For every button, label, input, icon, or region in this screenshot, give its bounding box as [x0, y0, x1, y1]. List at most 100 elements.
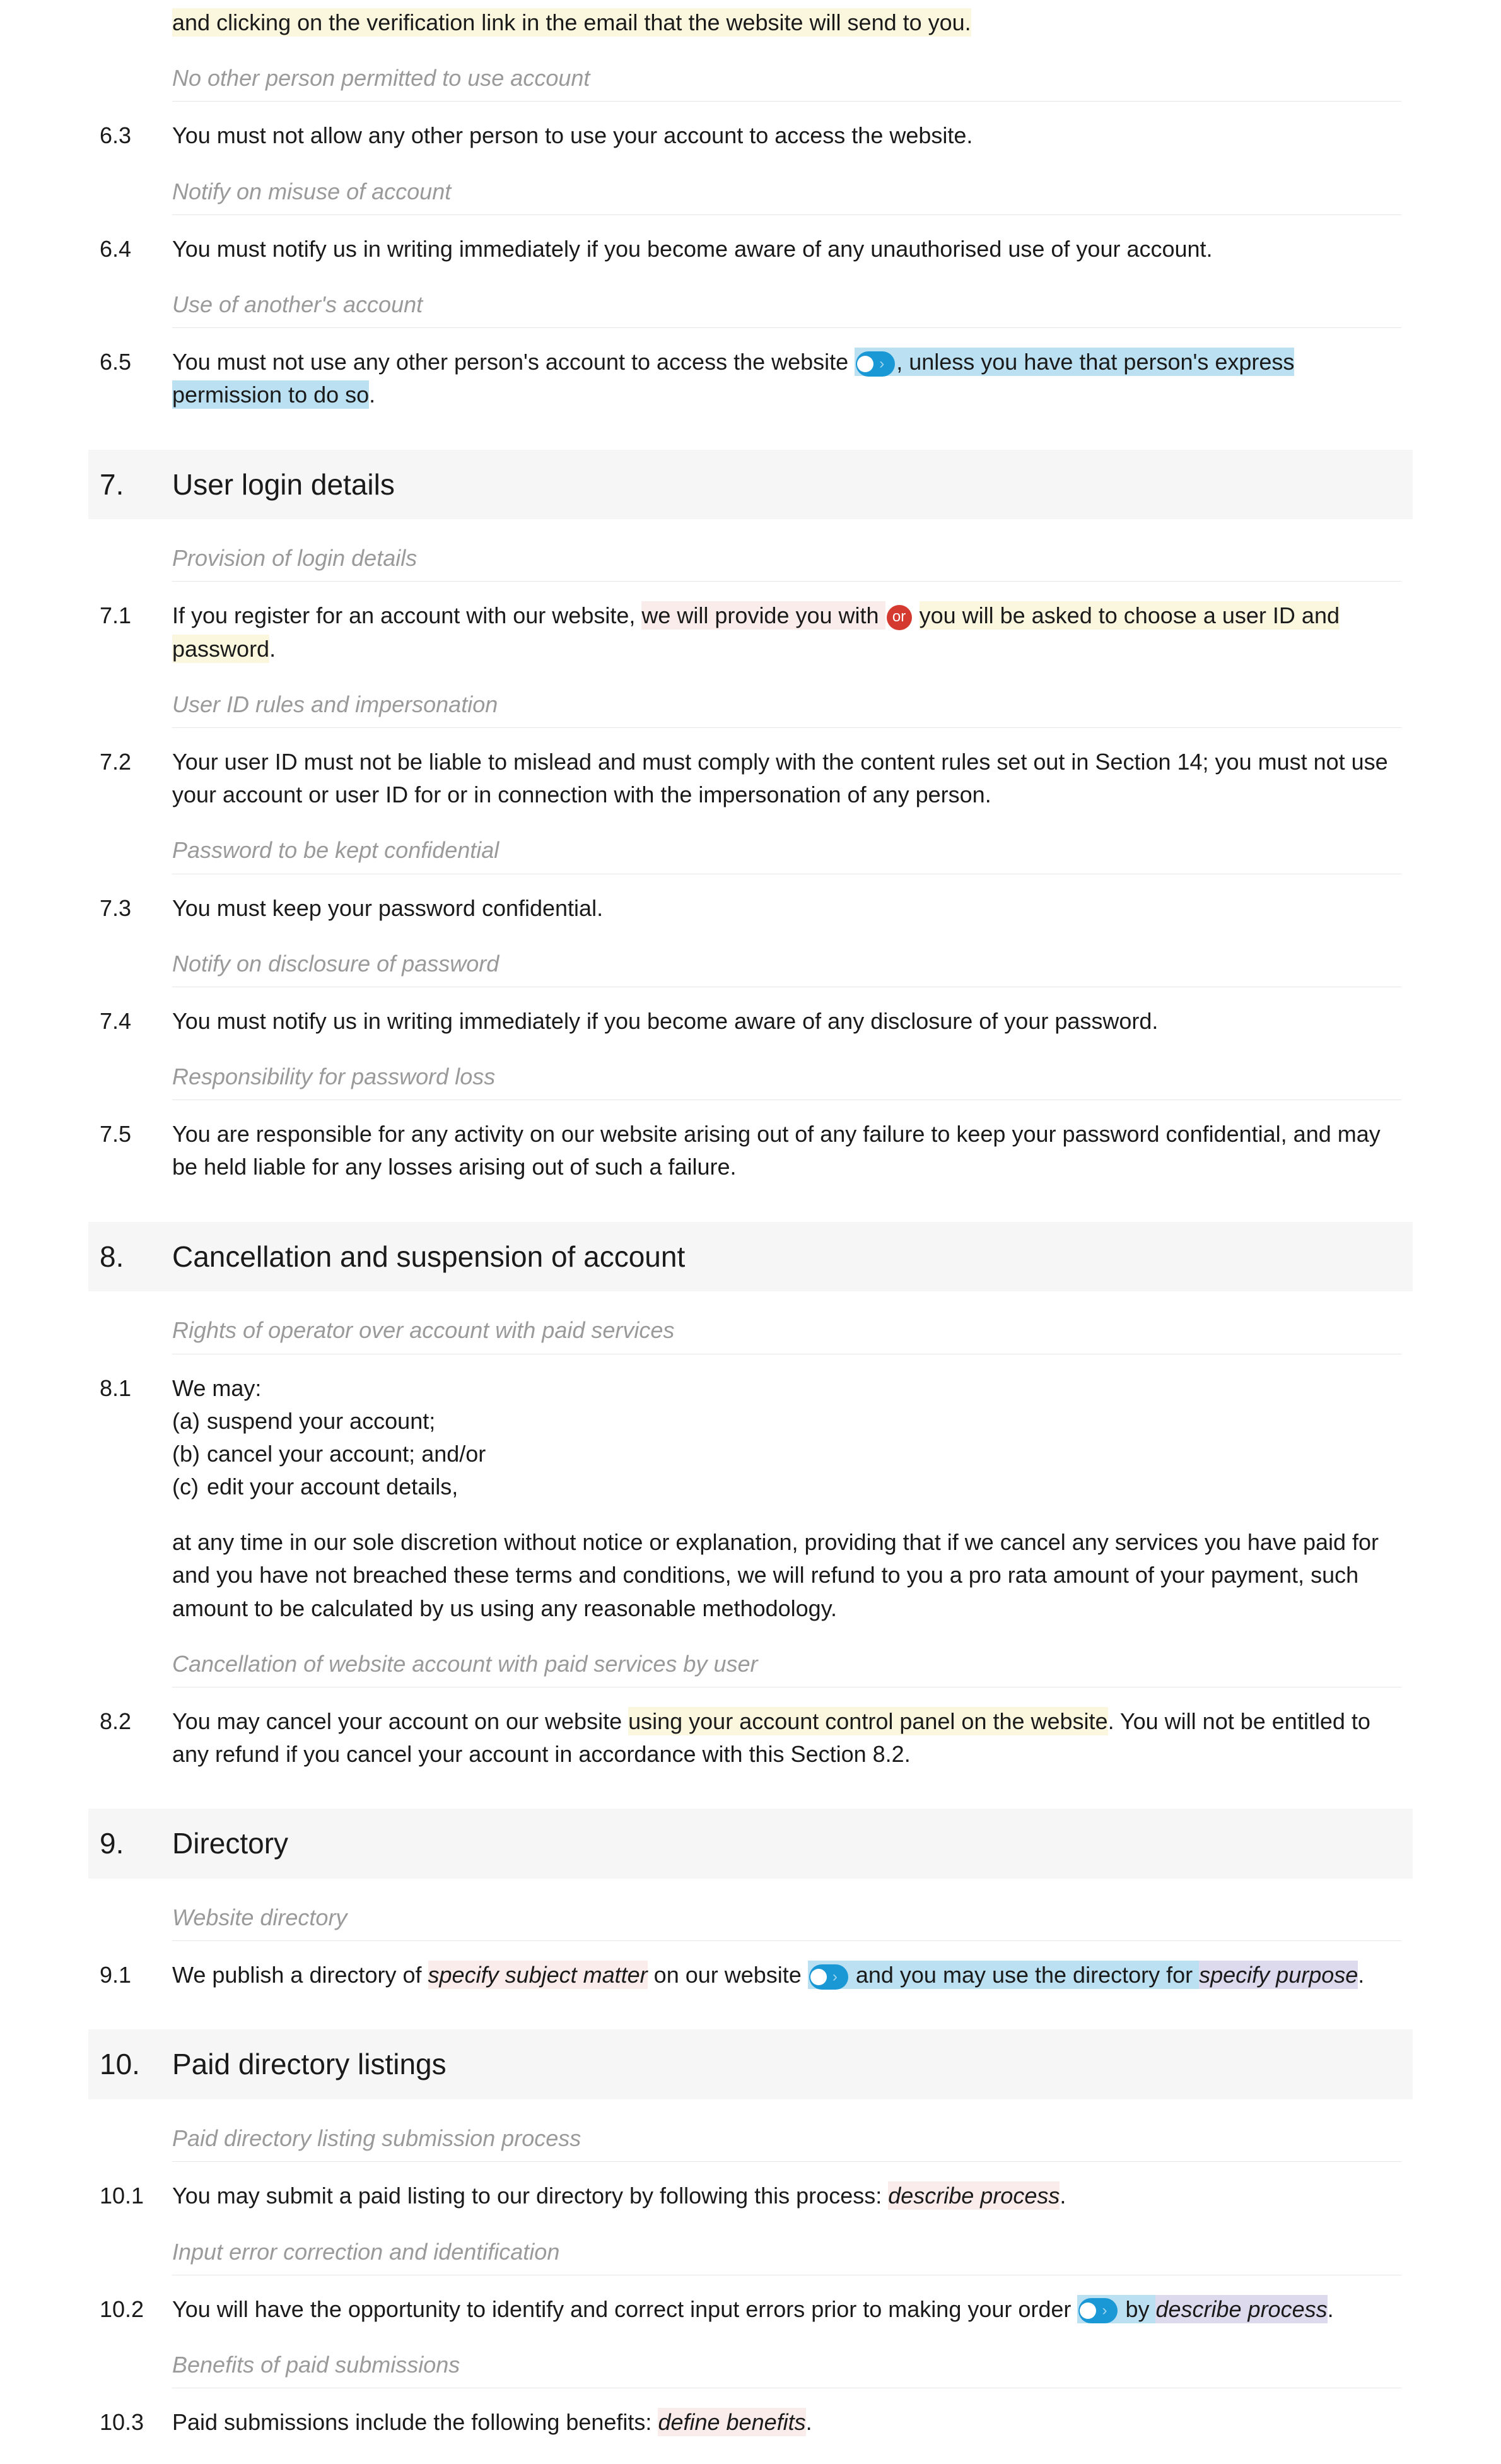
clause-heading-8-2: Cancellation of website account with pai… — [172, 1625, 1413, 1681]
clause-9-1: 9.1 We publish a directory of specify su… — [88, 1941, 1413, 1992]
clause-heading-6-3: No other person permitted to use account — [172, 39, 1413, 95]
link-section-14[interactable]: Section 14 — [1095, 749, 1202, 775]
section-heading-7: 7. User login details — [88, 450, 1413, 520]
clause-number: 9.1 — [100, 1959, 172, 1992]
list-letter: (b) — [172, 1438, 207, 1470]
text-fragment: You may submit a paid listing to our dir… — [172, 2183, 888, 2209]
clause-number: 10.2 — [100, 2293, 172, 2326]
clause-10-1: 10.1 You may submit a paid listing to ou… — [88, 2162, 1413, 2212]
highlight-yellow: using your account control panel on the … — [628, 1707, 1107, 1735]
clause-text: Paid submissions include the following b… — [172, 2406, 1401, 2439]
clause-number: 7.1 — [100, 599, 172, 632]
text-fragment: on our website — [648, 1962, 802, 1988]
placeholder-field[interactable]: describe process — [888, 2181, 1060, 2210]
clause-10-2: 10.2 You will have the opportunity to id… — [88, 2275, 1413, 2326]
text-fragment: . — [369, 382, 375, 408]
text-fragment: If you register for an account with our … — [172, 602, 635, 628]
document-page: and clicking on the verification link in… — [0, 0, 1501, 2464]
clause-number: 6.4 — [100, 233, 172, 266]
clause-text: at any time in our sole discretion witho… — [172, 1526, 1401, 1625]
list-text: suspend your account; — [207, 1405, 435, 1438]
clause-number: 7.2 — [100, 746, 172, 778]
clause-8-1: 8.1 We may: (a)suspend your account; (b)… — [88, 1354, 1413, 1625]
section-heading-9: 9. Directory — [88, 1809, 1413, 1879]
section-title: Directory — [172, 1822, 288, 1865]
clause-text: You are responsible for any activity on … — [172, 1118, 1401, 1183]
clause-text: We may: — [172, 1372, 1401, 1405]
clause-heading-6-5: Use of another's account — [172, 266, 1413, 321]
clause-number: 8.1 — [100, 1372, 172, 1405]
clause-text: You will have the opportunity to identif… — [172, 2293, 1401, 2326]
list-letter: (a) — [172, 1405, 207, 1438]
clause-text: You must keep your password confidential… — [172, 892, 1401, 925]
section-number: 10. — [100, 2043, 172, 2086]
section-title: User login details — [172, 464, 395, 506]
clause-6-fragment: and clicking on the verification link in… — [88, 0, 1413, 39]
section-heading-10: 10. Paid directory listings — [88, 2029, 1413, 2099]
link-section-8-2[interactable]: this Section 8.2 — [749, 1741, 904, 1767]
text-fragment: You may cancel your account on our websi… — [172, 1708, 628, 1734]
clause-7-2: 7.2 Your user ID must not be liable to m… — [88, 728, 1413, 811]
section-heading-8: 8. Cancellation and suspension of accoun… — [88, 1222, 1413, 1292]
clause-text: If you register for an account with our … — [172, 599, 1401, 665]
clause-8-2: 8.2 You may cancel your account on our w… — [88, 1687, 1413, 1771]
list-text: edit your account details, — [207, 1470, 458, 1503]
clause-heading-7-1: Provision of login details — [172, 519, 1413, 575]
placeholder-field[interactable]: specify subject matter — [428, 1961, 648, 1989]
clause-text: You may cancel your account on our websi… — [172, 1705, 1401, 1771]
clause-6-4: 6.4 You must notify us in writing immedi… — [88, 215, 1413, 266]
highlight-yellow: and clicking on the verification link in… — [172, 8, 971, 37]
or-switch-icon[interactable]: or — [887, 605, 912, 630]
placeholder-field[interactable]: define benefits — [658, 2408, 805, 2436]
clause-number: 6.5 — [100, 346, 172, 378]
section-number: 9. — [100, 1822, 172, 1865]
text-fragment: . — [904, 1741, 911, 1767]
text-fragment: Paid submissions include the following b… — [172, 2409, 658, 2435]
clause-number: 7.4 — [100, 1005, 172, 1038]
optional-block: › and you may use the directory for spec… — [808, 1961, 1358, 1989]
list-text: cancel your account; and/or — [207, 1438, 486, 1470]
clause-heading-6-4: Notify on misuse of account — [172, 153, 1413, 208]
clause-text: You may submit a paid listing to our dir… — [172, 2179, 1401, 2212]
clause-number: 10.3 — [100, 2406, 172, 2439]
clause-heading-9-1: Website directory — [172, 1879, 1413, 1934]
clause-heading-7-3: Password to be kept confidential — [172, 811, 1413, 867]
list-letter: (c) — [172, 1470, 207, 1503]
clause-text: You must not use any other person's acco… — [172, 346, 1401, 411]
text-fragment: . — [269, 636, 276, 662]
clause-number: 7.5 — [100, 1118, 172, 1151]
section-title: Cancellation and suspension of account — [172, 1236, 685, 1278]
clause-7-4: 7.4 You must notify us in writing immedi… — [88, 987, 1413, 1038]
toggle-switch-on[interactable]: › — [809, 1964, 848, 1990]
clause-6-3: 6.3 You must not allow any other person … — [88, 102, 1413, 152]
clause-heading-7-4: Notify on disclosure of password — [172, 925, 1413, 980]
alt-option-a: we will provide you with — [641, 601, 885, 630]
placeholder-field[interactable]: specify purpose — [1199, 1961, 1358, 1989]
text-fragment: . — [806, 2409, 812, 2435]
clause-number: 7.3 — [100, 892, 172, 925]
clause-text: and clicking on the verification link in… — [172, 6, 1401, 39]
toggle-switch-on[interactable]: › — [1078, 2298, 1118, 2323]
clause-text: Your user ID must not be liable to misle… — [172, 746, 1401, 811]
clause-text: You must not allow any other person to u… — [172, 119, 1401, 152]
clause-number: 8.2 — [100, 1705, 172, 1738]
section-number: 8. — [100, 1236, 172, 1278]
text-fragment: . — [1328, 2296, 1334, 2322]
text-fragment: We publish a directory of — [172, 1962, 428, 1988]
clause-heading-10-2: Input error correction and identificatio… — [172, 2213, 1413, 2268]
optional-block: › by describe process — [1077, 2295, 1327, 2323]
toggle-switch-on[interactable]: › — [856, 351, 895, 377]
text-fragment: You must not use any other person's acco… — [172, 349, 848, 375]
clause-7-1: 7.1 If you register for an account with … — [88, 582, 1413, 665]
clause-6-5: 6.5 You must not use any other person's … — [88, 328, 1413, 411]
clause-number: 6.3 — [100, 119, 172, 152]
placeholder-field[interactable]: describe process — [1155, 2295, 1327, 2323]
clause-text: You must notify us in writing immediatel… — [172, 233, 1401, 266]
clause-text: You must notify us in writing immediatel… — [172, 1005, 1401, 1038]
clause-heading-7-5: Responsibility for password loss — [172, 1038, 1413, 1093]
text-fragment: You will have the opportunity to identif… — [172, 2296, 1071, 2322]
clause-heading-10-3: Benefits of paid submissions — [172, 2326, 1413, 2381]
clause-heading-10-1: Paid directory listing submission proces… — [172, 2099, 1413, 2155]
section-number: 7. — [100, 464, 172, 506]
section-title: Paid directory listings — [172, 2043, 447, 2086]
